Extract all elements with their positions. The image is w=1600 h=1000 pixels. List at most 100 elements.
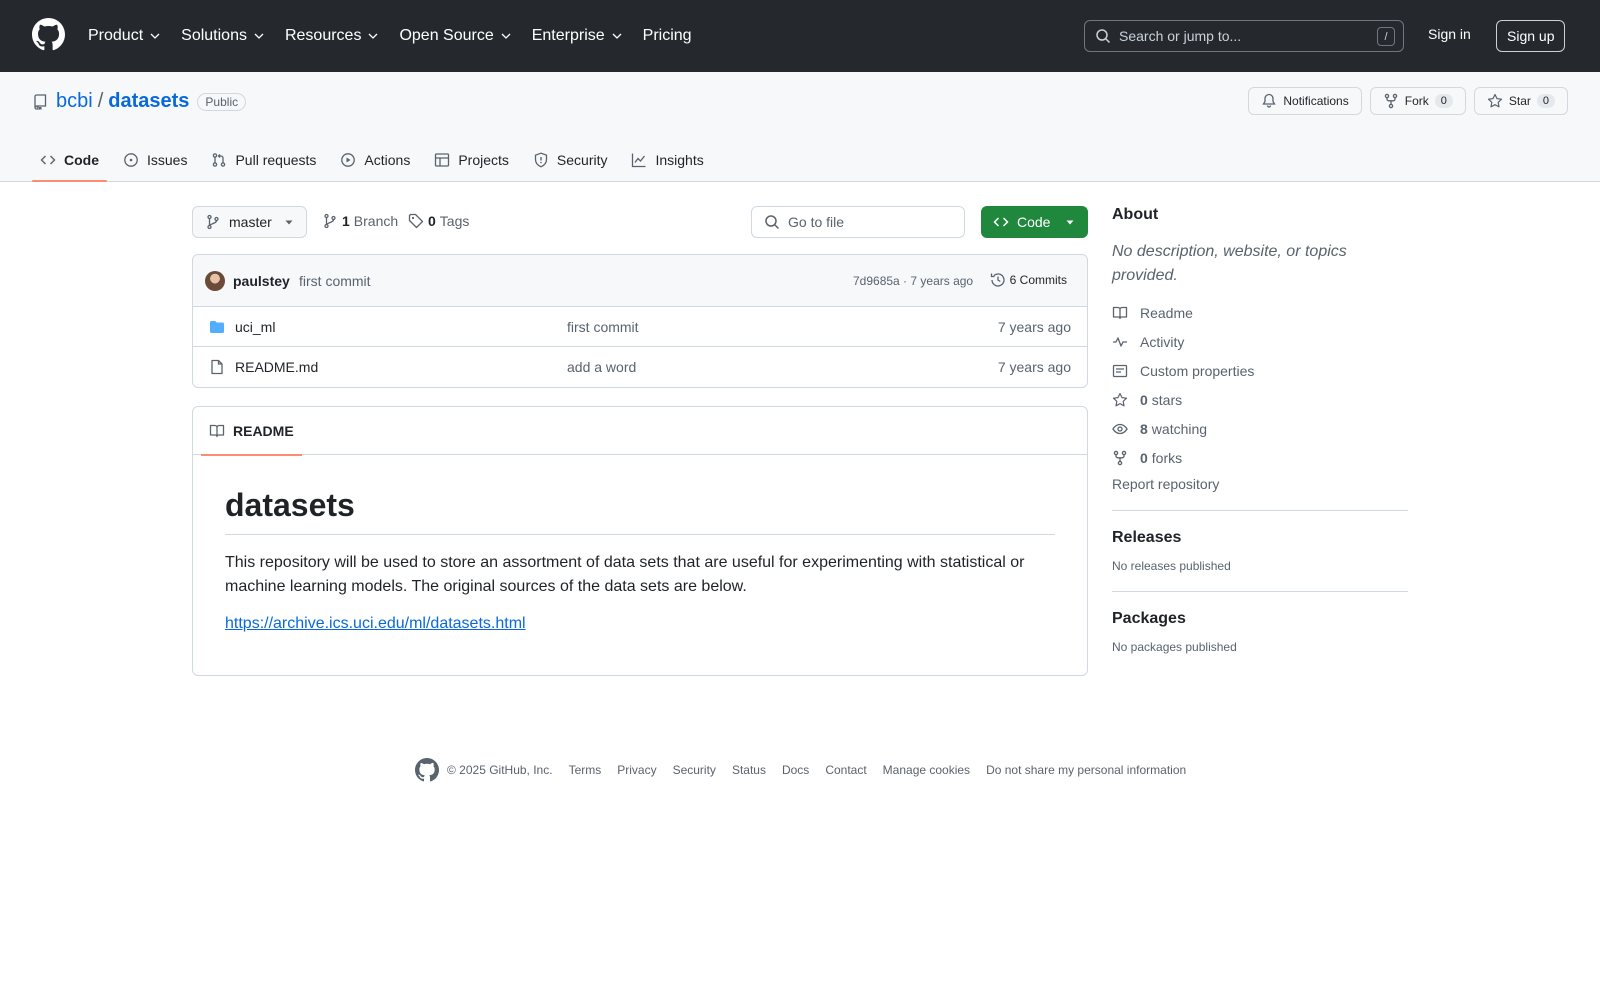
branch-icon [207,214,219,230]
readme-source-link[interactable]: https://archive.ics.uci.edu/ml/datasets.… [225,615,526,632]
footer-link-privacy[interactable]: Privacy [617,763,656,777]
branches-link[interactable]: 1 Branch [322,213,398,229]
go-to-file-input[interactable]: Go to file [751,206,965,238]
nav-resources[interactable]: Resources [285,22,379,50]
global-search-input[interactable]: Search or jump to... / [1084,20,1404,52]
commit-message-link[interactable]: first commit [299,273,371,289]
repo-owner-link[interactable]: bcbi [56,90,93,113]
footer-link-terms[interactable]: Terms [569,763,602,777]
pull-request-icon [213,153,226,167]
repo-actions: Notifications Fork 0 Star 0 [1240,87,1568,115]
fork-button[interactable]: Fork 0 [1369,87,1466,115]
divider [1112,510,1408,511]
readme-paragraph: This repository will be used to store an… [225,554,1025,595]
readme-body: datasets This repository will be used to… [193,455,1087,665]
table-row[interactable]: uci_ml first commit 7 years ago [193,307,1087,347]
file-age: 7 years ago [997,319,1071,335]
tab-security[interactable]: Security [525,138,616,182]
tab-security-label: Security [556,152,608,168]
visibility-badge: Public [197,92,247,111]
footer-link-do-not-share[interactable]: Do not share my personal information [986,763,1186,777]
history-icon [990,273,1005,287]
notifications-button[interactable]: Notifications [1248,87,1362,115]
branch-icon [324,213,336,229]
file-commit-message[interactable]: first commit [567,319,639,335]
star-icon [1487,93,1502,108]
tab-code[interactable]: Code [32,138,107,182]
code-dropdown-button[interactable]: Code [981,206,1088,238]
footer-link-docs[interactable]: Docs [782,763,809,777]
file-name-link[interactable]: README.md [235,359,318,375]
commit-hash-time[interactable]: 7d9685a · 7 years ago [853,274,973,288]
releases-heading[interactable]: Releases [1112,529,1408,547]
latest-commit-bar: paulstey first commit 7d9685a · 7 years … [193,255,1087,307]
repo-icon [34,93,47,110]
tab-insights[interactable]: Insights [623,138,711,182]
nav-open-source[interactable]: Open Source [399,22,511,50]
activity-link[interactable]: Activity [1112,331,1408,352]
book-icon [1112,306,1128,319]
tag-label: Tags [439,213,470,229]
commit-author-link[interactable]: paulstey [233,273,290,289]
tab-actions-label: Actions [364,152,411,168]
watching-label: watching [1151,420,1208,437]
repo-separator: / [97,90,104,112]
global-header: Product Solutions Resources Open Source … [0,0,1600,72]
watching-count: 8 [1140,420,1148,437]
tab-insights-label: Insights [655,152,704,168]
nav-solutions[interactable]: Solutions [181,22,265,50]
github-logo-icon[interactable] [415,758,439,782]
watchers-link[interactable]: 8 watching [1112,418,1408,439]
file-toolbar: master 1 Branch 0 Tags Go to file Code [192,206,1088,238]
go-to-file-placeholder: Go to file [788,214,845,230]
readme-link[interactable]: Readme [1112,302,1408,323]
nav-product[interactable]: Product [88,22,161,50]
repo-name-link[interactable]: datasets [108,90,189,113]
commits-history-link[interactable]: 6 Commits [990,272,1067,288]
sign-up-button[interactable]: Sign up [1496,20,1566,52]
folder-icon [210,321,224,333]
chevron-down-icon [150,33,160,39]
tag-count: 0 [428,213,436,229]
nav-open-source-label: Open Source [399,27,494,44]
branch-label: Branch [353,213,399,229]
nav-enterprise[interactable]: Enterprise [532,22,623,50]
table-icon [435,153,450,167]
star-count: 0 [1536,94,1555,108]
footer-link-manage-cookies[interactable]: Manage cookies [883,763,970,777]
forks-link[interactable]: 0 forks [1112,447,1408,468]
packages-heading[interactable]: Packages [1112,610,1408,628]
file-commit-message[interactable]: add a word [567,359,636,375]
play-icon [341,153,356,167]
footer-link-status[interactable]: Status [732,763,766,777]
nav-pricing[interactable]: Pricing [643,22,692,50]
repo-header: bcbi / datasets Public Notifications For… [0,72,1600,182]
code-button-label: Code [1017,214,1051,230]
footer-link-contact[interactable]: Contact [825,763,866,777]
stars-link[interactable]: 0 stars [1112,389,1408,410]
fork-label: Fork [1404,94,1429,108]
custom-properties-link[interactable]: Custom properties [1112,360,1408,381]
avatar[interactable] [205,271,225,291]
github-logo-icon[interactable] [32,18,65,51]
divider [1112,591,1408,592]
nav-enterprise-label: Enterprise [531,27,605,44]
footer-link-security[interactable]: Security [673,763,716,777]
issue-icon [124,153,138,167]
readme-panel: README datasets This repository will be … [192,406,1088,676]
star-button[interactable]: Star 0 [1473,87,1568,115]
table-row[interactable]: README.md add a word 7 years ago [193,347,1087,387]
tab-actions[interactable]: Actions [332,138,418,182]
tab-projects[interactable]: Projects [426,138,517,182]
report-repository-link[interactable]: Report repository [1112,476,1219,492]
notifications-label: Notifications [1283,94,1349,108]
tab-pull-requests[interactable]: Pull requests [203,138,324,182]
tags-link[interactable]: 0 Tags [408,213,469,229]
about-description: No description, website, or topics provi… [1112,243,1347,284]
fork-icon [1384,93,1397,109]
file-name-link[interactable]: uci_ml [235,319,275,335]
tab-issues[interactable]: Issues [115,138,195,182]
tab-readme[interactable]: README [201,407,302,456]
sign-in-link[interactable]: Sign in [1428,26,1471,42]
branch-selector[interactable]: master [192,206,307,238]
